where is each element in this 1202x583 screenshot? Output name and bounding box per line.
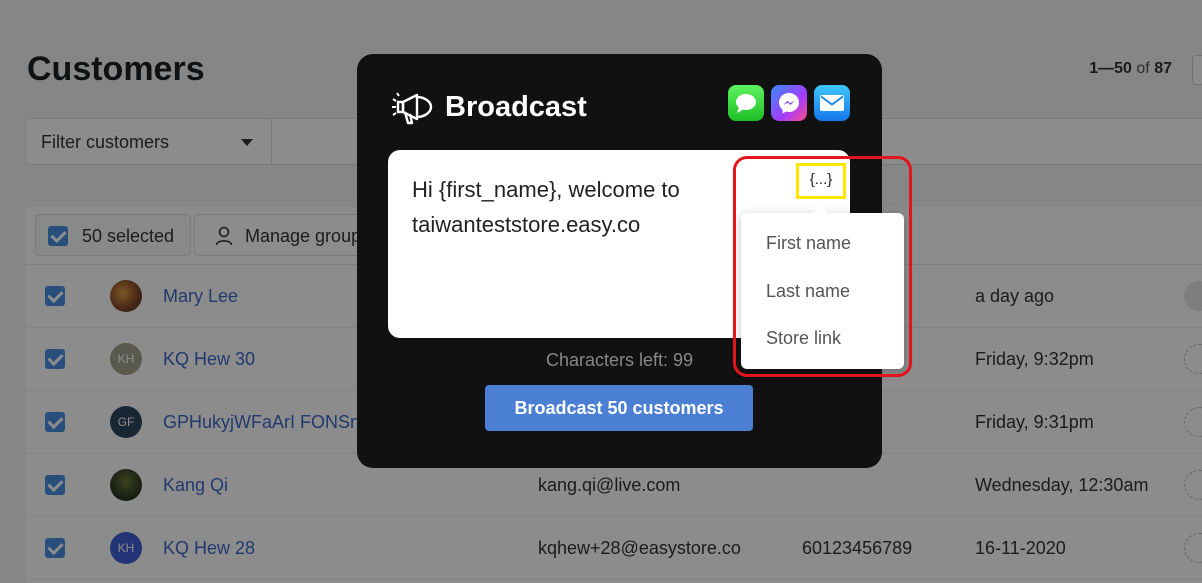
broadcast-send-button[interactable]: Broadcast 50 customers [485, 385, 753, 431]
modal-title: Broadcast [445, 90, 587, 123]
variable-option-first-name[interactable]: First name [766, 233, 851, 254]
messenger-icon [779, 93, 799, 114]
insert-variable-button[interactable]: {...} [796, 163, 846, 199]
message-bubble-icon [736, 94, 756, 113]
variables-dropdown: First name Last name Store link [741, 206, 904, 369]
megaphone-icon [392, 92, 433, 125]
envelope-icon [820, 95, 844, 111]
email-channel-button[interactable] [814, 85, 850, 121]
modal-header: Broadcast [391, 87, 587, 127]
variable-option-last-name[interactable]: Last name [766, 281, 850, 302]
variable-option-store-link[interactable]: Store link [766, 328, 841, 349]
sms-channel-button[interactable] [728, 85, 764, 121]
channel-selector [728, 85, 850, 121]
messenger-channel-button[interactable] [771, 85, 807, 121]
message-text: Hi {first_name}, welcome to taiwantestst… [412, 177, 680, 237]
